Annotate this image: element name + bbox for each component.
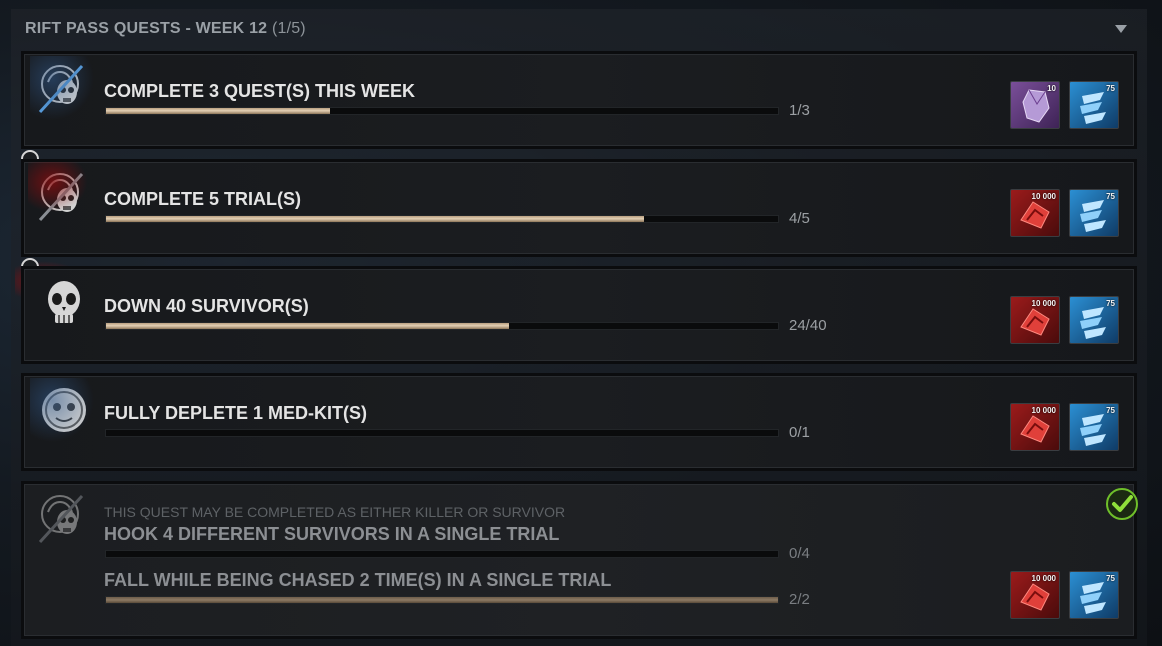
progress-text: 0/1 [789,424,810,441]
progress-text: 1/3 [789,102,810,119]
progress-bar [105,550,779,558]
reward-rift-fragment[interactable]: 10 [1010,81,1060,129]
reward-amount: 10 [1047,84,1056,93]
quest-card[interactable]: COMPLETE 3 QUEST(S) THIS WEEK 1/3 10 75 [21,51,1137,149]
progress-bar [105,215,779,223]
quest-card[interactable]: COMPLETE 5 TRIAL(S) 4/5 10 000 75 [21,159,1137,257]
reward-bloodpoints[interactable]: 10 000 [1010,296,1060,344]
reward-amount: 75 [1106,84,1115,93]
survivor-face-icon [30,378,94,442]
reward-bloodpoints[interactable]: 10 000 [1010,403,1060,451]
chevron-down-icon[interactable] [1115,25,1127,33]
quest-title: HOOK 4 DIFFERENT SURVIVORS IN A SINGLE T… [104,524,560,544]
quest-card-completed[interactable]: THIS QUEST MAY BE COMPLETED AS EITHER KI… [21,481,1138,639]
quest-title: DOWN 40 SURVIVOR(S) [104,296,309,316]
reward-bloodpoints[interactable]: 10 000 [1010,189,1060,237]
reward-amount: 10 000 [1031,406,1056,415]
killer-survivor-split-icon [30,56,94,120]
reward-amount: 10 000 [1031,299,1056,308]
progress-fill [106,216,644,222]
reward-amount: 10 000 [1031,192,1056,201]
reward-amount: 75 [1106,299,1115,308]
quest-title: FULLY DEPLETE 1 MED-KIT(S) [104,403,368,423]
quest-title: COMPLETE 5 TRIAL(S) [104,189,301,209]
quest-title: COMPLETE 3 QUEST(S) THIS WEEK [104,81,416,101]
reward-iridescent-shards[interactable]: 75 [1069,189,1119,237]
progress-text-secondary: 2/2 [789,591,810,608]
reward-iridescent-shards[interactable]: 75 [1069,81,1119,129]
progress-text: 24/40 [789,317,827,334]
reward-iridescent-shards[interactable]: 75 [1069,403,1119,451]
reward-amount: 75 [1106,406,1115,415]
reward-amount: 75 [1106,574,1115,583]
quest-card[interactable]: FULLY DEPLETE 1 MED-KIT(S) 0/1 10 000 75 [21,373,1137,471]
reward-amount: 10 000 [1031,574,1056,583]
progress-fill [106,323,510,329]
progress-bar [105,107,779,115]
progress-bar-secondary [105,596,779,604]
reward-iridescent-shards[interactable]: 75 [1069,571,1119,619]
progress-bar [105,322,779,330]
progress-text: 4/5 [789,210,810,227]
progress-bar [105,429,779,437]
reward-iridescent-shards[interactable]: 75 [1069,296,1119,344]
panel-title: RIFT PASS QUESTS - WEEK 12 [25,20,268,37]
progress-text: 0/4 [789,545,810,562]
reward-amount: 75 [1106,192,1115,201]
quest-title-secondary: FALL WHILE BEING CHASED 2 TIME(S) IN A S… [104,570,612,590]
killer-skull-icon [36,275,92,331]
checkmark-complete-icon [1105,487,1138,520]
panel-header[interactable]: RIFT PASS QUESTS - WEEK 12 (1/5) [25,20,306,42]
quest-note: THIS QUEST MAY BE COMPLETED AS EITHER KI… [104,504,566,520]
quest-card[interactable]: DOWN 40 SURVIVOR(S) 24/40 10 000 75 [21,266,1137,364]
completed-count: (1/5) [271,20,306,37]
killer-survivor-split-icon [36,490,92,546]
reward-bloodpoints[interactable]: 10 000 [1010,571,1060,619]
rift-pass-quests-panel: RIFT PASS QUESTS - WEEK 12 (1/5) COMPLET… [11,9,1147,646]
progress-fill [106,597,778,603]
progress-fill [106,108,330,114]
killer-survivor-split-icon [28,162,92,224]
